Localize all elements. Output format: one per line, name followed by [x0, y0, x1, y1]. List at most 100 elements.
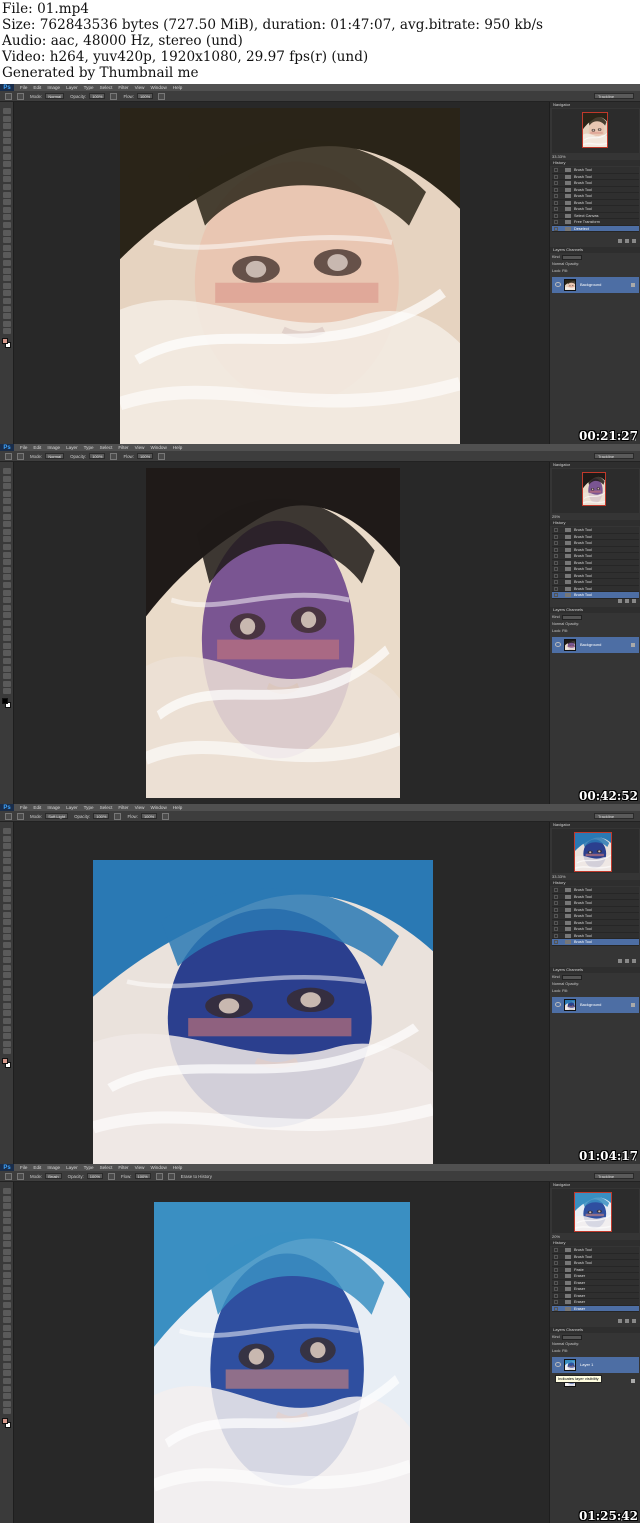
- erase-history-checkbox[interactable]: [167, 1172, 175, 1180]
- tool-icon[interactable]: [3, 1302, 11, 1308]
- menu-item-window[interactable]: Window: [150, 85, 166, 90]
- tool-icon[interactable]: [3, 972, 11, 979]
- menu-item-help[interactable]: Help: [173, 85, 182, 90]
- tool-icon[interactable]: [3, 919, 11, 926]
- tool-icon[interactable]: [3, 850, 11, 857]
- tool-icon[interactable]: [3, 904, 11, 910]
- tool-icon[interactable]: [3, 313, 11, 320]
- tool-icon[interactable]: [3, 490, 11, 497]
- menu-item-filter[interactable]: Filter: [118, 85, 128, 90]
- mode-select[interactable]: Normal: [45, 453, 65, 459]
- history-action-icon[interactable]: [632, 959, 636, 963]
- tool-icon[interactable]: [3, 680, 11, 687]
- history-action-icon[interactable]: [625, 599, 629, 603]
- tool-icon[interactable]: [3, 995, 11, 1002]
- tool-icon[interactable]: [3, 506, 11, 512]
- blend-mode-select[interactable]: Normal: [552, 622, 564, 626]
- history-item[interactable]: Eraser: [552, 1305, 639, 1312]
- tool-icon[interactable]: [3, 627, 11, 634]
- tool-icon[interactable]: [3, 911, 11, 918]
- history-action-icon[interactable]: [625, 239, 629, 243]
- menu-item-image[interactable]: Image: [47, 805, 60, 810]
- flow-field[interactable]: 100%: [136, 93, 154, 99]
- menu-item-window[interactable]: Window: [150, 1165, 166, 1170]
- mode-select[interactable]: Soft Light: [45, 813, 69, 819]
- tool-icon[interactable]: [3, 1378, 11, 1384]
- navigator-thumbnail[interactable]: [582, 472, 606, 506]
- tool-icon[interactable]: [3, 949, 11, 956]
- tool-icon[interactable]: [3, 1332, 11, 1339]
- tool-icon[interactable]: [3, 1256, 11, 1263]
- navigator-tab[interactable]: Navigator: [550, 102, 640, 108]
- tool-icon[interactable]: [3, 1203, 11, 1210]
- foreground-color-swatch[interactable]: [2, 1418, 8, 1424]
- menu-item-select[interactable]: Select: [100, 85, 113, 90]
- pressure-opacity-icon[interactable]: [110, 92, 118, 100]
- tool-icon[interactable]: [3, 1233, 11, 1240]
- layers-tab[interactable]: Layers Channels: [550, 967, 640, 973]
- menu-item-edit[interactable]: Edit: [33, 85, 41, 90]
- tool-icon[interactable]: [3, 888, 11, 895]
- tool-icon[interactable]: [3, 1010, 11, 1017]
- history-item[interactable]: Brush Tool: [552, 939, 639, 946]
- foreground-color-swatch[interactable]: [2, 698, 8, 704]
- tool-icon[interactable]: [3, 1370, 11, 1377]
- tool-icon[interactable]: [3, 650, 11, 657]
- layer-row[interactable]: Background: [552, 997, 639, 1013]
- tool-icon[interactable]: [3, 1355, 11, 1362]
- history-action-icon[interactable]: [618, 599, 622, 603]
- mode-select[interactable]: Normal: [45, 93, 65, 99]
- tool-icon[interactable]: [3, 161, 11, 168]
- layer-visibility-eye-icon[interactable]: [555, 1002, 561, 1007]
- workspace-select[interactable]: Trackline: [594, 453, 634, 459]
- workspace-select[interactable]: Trackline: [594, 93, 634, 99]
- flow-field[interactable]: 100%: [140, 813, 158, 819]
- layer-visibility-eye-icon[interactable]: [555, 282, 561, 287]
- airbrush-icon[interactable]: [158, 92, 166, 100]
- tool-icon[interactable]: [3, 673, 11, 680]
- tool-icon[interactable]: [3, 1048, 11, 1055]
- menu-item-window[interactable]: Window: [150, 445, 166, 450]
- brush-preset-icon[interactable]: [17, 812, 24, 820]
- tool-icon[interactable]: [3, 858, 11, 865]
- menu-item-filter[interactable]: Filter: [118, 1165, 128, 1170]
- tool-icon[interactable]: [3, 115, 11, 122]
- blend-mode-select[interactable]: Normal: [552, 982, 564, 986]
- tool-icon[interactable]: [3, 566, 11, 573]
- menu-item-edit[interactable]: Edit: [33, 445, 41, 450]
- tool-icon[interactable]: [3, 521, 11, 528]
- menu-item-layer[interactable]: Layer: [66, 1165, 78, 1170]
- navigator-zoom[interactable]: 25%: [552, 514, 639, 519]
- menu-item-select[interactable]: Select: [100, 805, 113, 810]
- layers-tab[interactable]: Layers Channels: [550, 607, 640, 613]
- tool-icon[interactable]: [3, 305, 11, 312]
- tool-icon[interactable]: [3, 1294, 11, 1301]
- menu-item-view[interactable]: View: [135, 445, 145, 450]
- tool-icon[interactable]: [3, 1271, 11, 1278]
- tool-icon[interactable]: [3, 1408, 11, 1415]
- tool-icon[interactable]: [3, 468, 11, 474]
- tool-icon[interactable]: [3, 1025, 11, 1032]
- tool-icon[interactable]: [3, 873, 11, 880]
- menu-item-image[interactable]: Image: [47, 85, 60, 90]
- tool-icon[interactable]: [3, 267, 11, 274]
- tool-icon[interactable]: [3, 987, 11, 994]
- menu-item-help[interactable]: Help: [173, 1165, 182, 1170]
- mode-select[interactable]: Brush: [45, 1173, 62, 1179]
- opacity-field[interactable]: 100%: [93, 813, 110, 819]
- tool-icon[interactable]: [3, 290, 11, 297]
- tool-icon[interactable]: [3, 191, 11, 198]
- tool-icon[interactable]: [3, 260, 11, 266]
- tool-icon[interactable]: [3, 1400, 11, 1407]
- menu-item-layer[interactable]: Layer: [66, 805, 78, 810]
- navigator-zoom[interactable]: 33.33%: [552, 874, 639, 879]
- tool-icon[interactable]: [3, 536, 11, 543]
- tool-icon[interactable]: [3, 528, 11, 535]
- pressure-opacity-icon[interactable]: [108, 1172, 115, 1180]
- tool-icon[interactable]: [3, 237, 11, 244]
- blend-mode-select[interactable]: Normal: [552, 262, 564, 266]
- tool-icon[interactable]: [3, 214, 11, 221]
- history-tab[interactable]: History: [550, 1240, 640, 1246]
- tool-icon[interactable]: [3, 1040, 11, 1047]
- tool-icon[interactable]: [3, 896, 11, 903]
